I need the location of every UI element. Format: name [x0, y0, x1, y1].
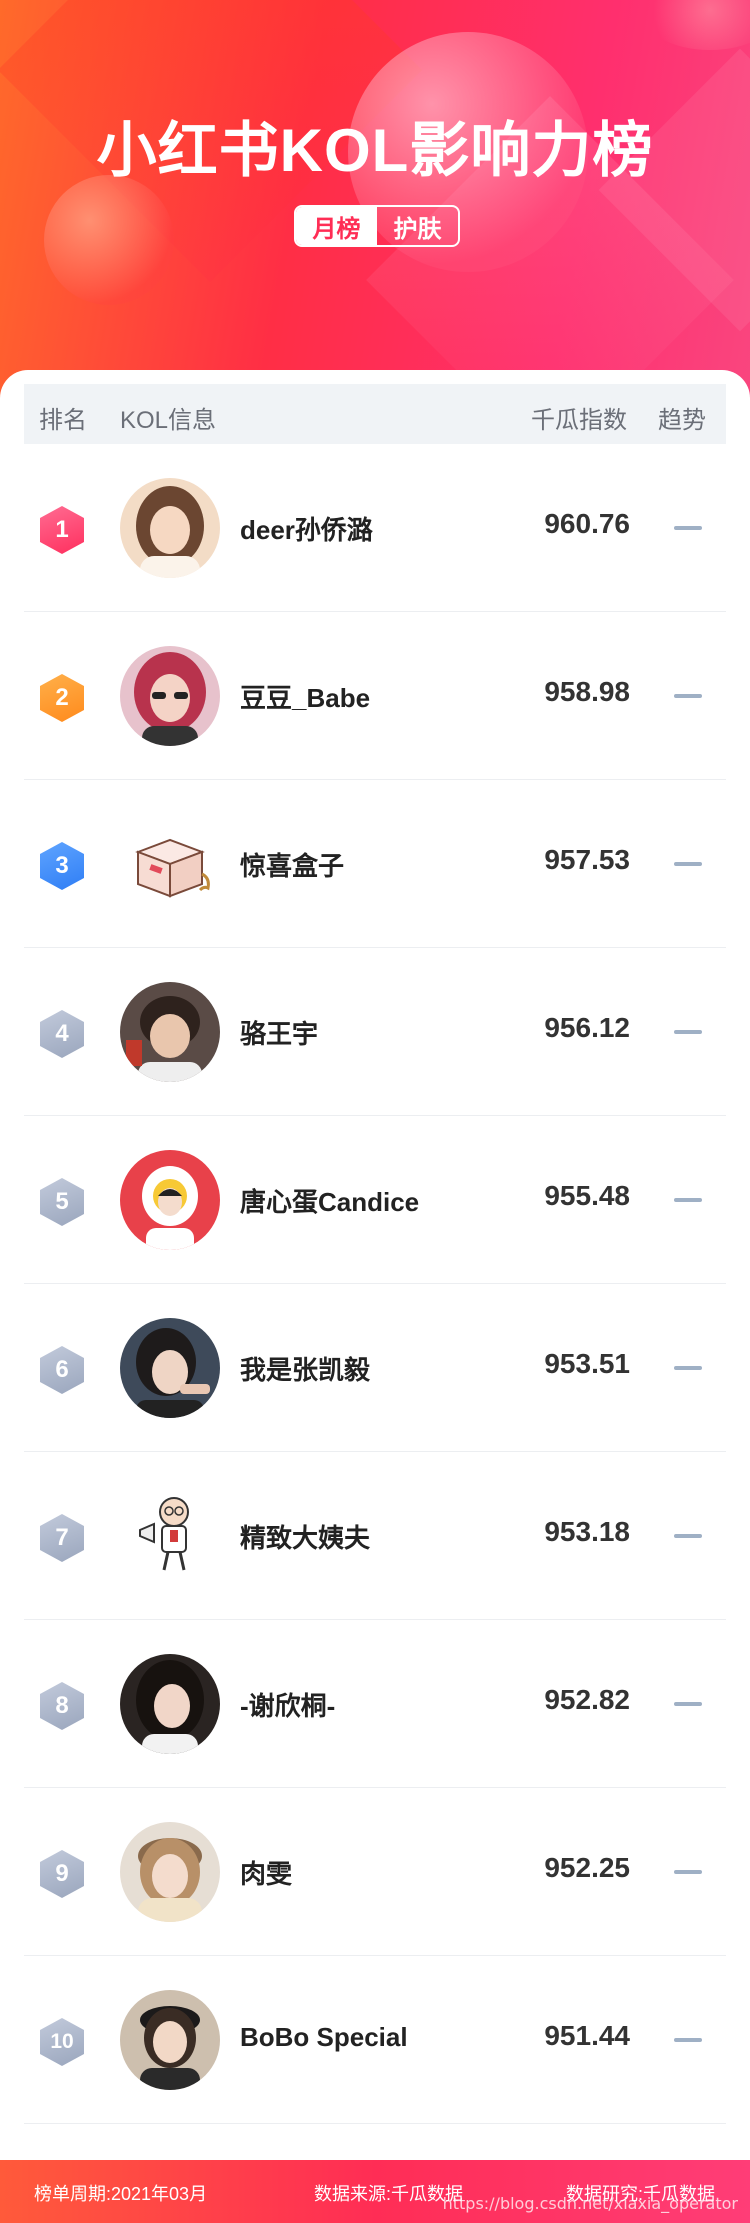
avatar-icon — [120, 982, 220, 1082]
ranking-card: 排名 KOL信息 千瓜指数 趋势 1 deer孙侨潞 960.76 2 豆豆_B… — [0, 370, 750, 2160]
rank-badge: 10 — [40, 2018, 84, 2066]
table-row[interactable]: 2 豆豆_Babe 958.98 — [24, 612, 726, 780]
kol-name[interactable]: deer孙侨潞 — [240, 510, 373, 547]
trend-flat-icon — [674, 526, 702, 530]
avatar[interactable] — [120, 1318, 220, 1418]
trend-flat-icon — [674, 1534, 702, 1538]
rank-badge: 1 — [40, 506, 84, 554]
table-row[interactable]: 6 我是张凯毅 953.51 — [24, 1284, 726, 1452]
trend-flat-icon — [674, 694, 702, 698]
table-row[interactable]: 3 惊喜盒子 957.53 — [24, 780, 726, 948]
kol-name[interactable]: 豆豆_Babe — [240, 678, 370, 715]
column-header-trend: 趋势 — [658, 407, 706, 434]
avatar[interactable] — [120, 1654, 220, 1754]
index-score: 958.98 — [544, 676, 630, 707]
avatar[interactable] — [120, 1822, 220, 1922]
rank-badge: 2 — [40, 674, 84, 722]
trend-flat-icon — [674, 1366, 702, 1370]
tab-monthly[interactable]: 月榜 — [296, 207, 377, 245]
avatar-icon — [120, 1654, 220, 1754]
avatar-icon — [120, 1990, 220, 2090]
kol-name[interactable]: BoBo Special — [240, 2022, 408, 2053]
avatar[interactable] — [120, 478, 220, 578]
decor-sphere — [640, 0, 750, 50]
trend-flat-icon — [674, 1702, 702, 1706]
index-score: 953.51 — [544, 1348, 630, 1379]
column-header-rank: 排名 — [39, 407, 87, 434]
column-header-index: 千瓜指数 — [531, 407, 627, 434]
avatar-icon — [120, 1150, 220, 1250]
index-score: 955.48 — [544, 1180, 630, 1211]
kol-name[interactable]: 唐心蛋Candice — [240, 1182, 419, 1219]
avatar[interactable] — [120, 1486, 220, 1586]
kol-name[interactable]: -谢欣桐- — [240, 1686, 335, 1723]
index-score: 957.53 — [544, 844, 630, 875]
rank-badge: 8 — [40, 1682, 84, 1730]
footer-period: 榜单周期:2021年03月 — [34, 2184, 208, 2204]
index-score: 960.76 — [544, 508, 630, 539]
trend-flat-icon — [674, 1870, 702, 1874]
footer-bar: 榜单周期:2021年03月 数据来源:千瓜数据 数据研究:千瓜数据 — [0, 2160, 750, 2223]
kol-name[interactable]: 我是张凯毅 — [240, 1350, 370, 1387]
table-row[interactable]: 1 deer孙侨潞 960.76 — [24, 444, 726, 612]
index-score: 952.25 — [544, 1852, 630, 1883]
ranking-list: 1 deer孙侨潞 960.76 2 豆豆_Babe 958.98 3 惊喜盒子… — [24, 444, 726, 2124]
table-row[interactable]: 10 BoBo Special 951.44 — [24, 1956, 726, 2124]
rank-badge: 3 — [40, 842, 84, 890]
index-score: 952.82 — [544, 1684, 630, 1715]
avatar-icon — [120, 1822, 220, 1922]
kol-name[interactable]: 精致大姨夫 — [240, 1518, 370, 1555]
gift-box-icon — [120, 814, 220, 914]
trend-flat-icon — [674, 1198, 702, 1202]
table-row[interactable]: 4 骆王宇 956.12 — [24, 948, 726, 1116]
page-title: 小红书KOL影响力榜 — [96, 117, 654, 184]
rank-badge: 6 — [40, 1346, 84, 1394]
trend-flat-icon — [674, 862, 702, 866]
rank-badge: 7 — [40, 1514, 84, 1562]
rank-badge: 5 — [40, 1178, 84, 1226]
avatar[interactable] — [120, 982, 220, 1082]
column-header-kol: KOL信息 — [120, 407, 217, 434]
decor-sphere — [44, 175, 174, 305]
trend-flat-icon — [674, 2038, 702, 2042]
table-row[interactable]: 9 肉雯 952.25 — [24, 1788, 726, 1956]
avatar-icon — [120, 478, 220, 578]
rank-badge: 4 — [40, 1010, 84, 1058]
avatar-icon — [120, 646, 220, 746]
table-row[interactable]: 5 唐心蛋Candice 955.48 — [24, 1116, 726, 1284]
tab-skincare[interactable]: 护肤 — [377, 207, 458, 245]
table-row[interactable]: 7 精致大姨夫 953.18 — [24, 1452, 726, 1620]
watermark-url: https://blog.csdn.net/xiaxia_operator — [442, 2194, 738, 2213]
footer-source: 数据来源:千瓜数据 — [314, 2184, 464, 2204]
hero-banner: 小红书KOL影响力榜 月榜 护肤 — [0, 0, 750, 420]
kol-name[interactable]: 惊喜盒子 — [240, 846, 344, 883]
cartoon-man-icon — [120, 1486, 220, 1586]
avatar[interactable] — [120, 814, 220, 914]
table-header: 排名 KOL信息 千瓜指数 趋势 — [24, 384, 726, 444]
rank-badge: 9 — [40, 1850, 84, 1898]
avatar-icon — [120, 1318, 220, 1418]
kol-name[interactable]: 骆王宇 — [240, 1014, 318, 1051]
kol-name[interactable]: 肉雯 — [240, 1854, 292, 1891]
index-score: 956.12 — [544, 1012, 630, 1043]
trend-flat-icon — [674, 1030, 702, 1034]
avatar[interactable] — [120, 1990, 220, 2090]
avatar[interactable] — [120, 646, 220, 746]
table-row[interactable]: 8 -谢欣桐- 952.82 — [24, 1620, 726, 1788]
index-score: 953.18 — [544, 1516, 630, 1547]
avatar[interactable] — [120, 1150, 220, 1250]
category-tabs: 月榜 护肤 — [294, 205, 460, 247]
index-score: 951.44 — [544, 2020, 630, 2051]
